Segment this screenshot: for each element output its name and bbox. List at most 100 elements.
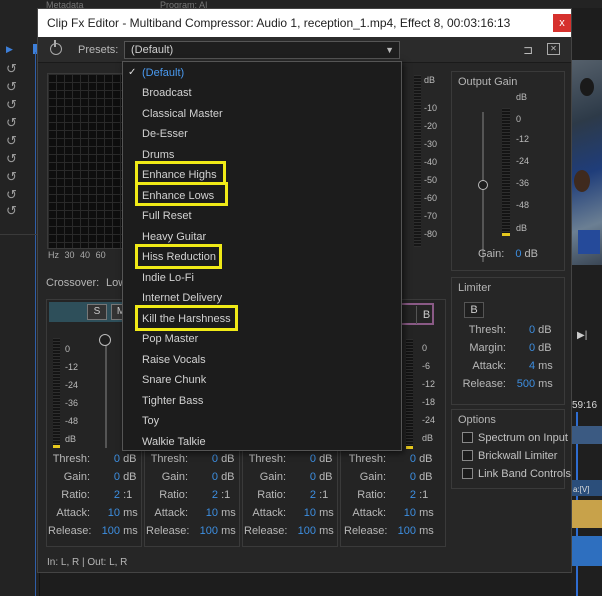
ratio-label: Ratio:: [61, 489, 90, 501]
solo-button[interactable]: S: [87, 304, 107, 320]
host-undo-icon[interactable]: ↺: [6, 188, 17, 202]
band-meter-label: 0: [422, 343, 428, 353]
output-gain-panel: Output Gain dB 0 -12 -24 -36 -48 dB Gain…: [451, 71, 565, 271]
checkbox[interactable]: [462, 468, 473, 479]
output-gain-meter-label: -48: [516, 200, 530, 210]
band-1-threshold-slider[interactable]: [105, 340, 107, 448]
margin-value[interactable]: 0: [509, 342, 535, 354]
unit: ms: [221, 525, 236, 537]
host-divider: [0, 234, 40, 235]
bypass-button[interactable]: B: [416, 306, 436, 324]
unit: dB: [123, 471, 137, 483]
option-brickwall-limiter[interactable]: Brickwall Limiter: [462, 450, 557, 462]
dialog-title-bar[interactable]: Clip Fx Editor - Multiband Compressor: A…: [38, 9, 571, 37]
preset-item-default[interactable]: ✓ (Default): [123, 63, 401, 83]
limiter-bypass-button[interactable]: B: [464, 302, 484, 318]
host-undo-icon[interactable]: ↺: [6, 204, 17, 218]
host-audio-clip[interactable]: [571, 536, 602, 566]
meter-db-label: -10: [424, 103, 438, 113]
hz-axis-tick: 60: [95, 250, 106, 260]
preset-item-indie-lo-fi[interactable]: Indie Lo-Fi: [123, 268, 401, 288]
preset-item-walkie-talkie[interactable]: Walkie Talkie: [123, 432, 401, 452]
host-undo-icon[interactable]: ↺: [6, 80, 17, 94]
unit: dB: [221, 453, 235, 465]
preset-item-toy[interactable]: Toy: [123, 411, 401, 431]
host-video-clip[interactable]: [571, 500, 602, 528]
host-timecode: 59:16: [572, 400, 598, 411]
power-icon[interactable]: [50, 40, 62, 55]
band-2-release-value[interactable]: 100: [188, 525, 218, 537]
host-undo-icon[interactable]: ↺: [6, 116, 17, 130]
output-gain-meter-label: dB: [516, 223, 528, 233]
output-gain-slider-knob[interactable]: [478, 180, 488, 190]
preset-item-classical-master[interactable]: Classical Master: [123, 104, 401, 124]
preset-item-full-reset[interactable]: Full Reset: [123, 206, 401, 226]
preset-item-tighter-bass[interactable]: Tighter Bass: [123, 391, 401, 411]
preset-item-pop-master[interactable]: Pop Master: [123, 329, 401, 349]
host-top-strip: Metadata Program: AI: [0, 0, 602, 10]
band-3-ratio-value[interactable]: 2: [286, 489, 316, 501]
band-meter-label: -12: [65, 362, 79, 372]
meter-db-label: dB: [424, 75, 436, 85]
band-2-attack-value[interactable]: 10: [188, 507, 218, 519]
band-2-ratio-value[interactable]: 2: [188, 489, 218, 501]
spectrum-graph[interactable]: [47, 73, 127, 249]
host-undo-icon[interactable]: ↺: [6, 62, 17, 76]
preset-item-snare-chunk[interactable]: Snare Chunk: [123, 370, 401, 390]
host-left-toolbar: ▶ ↺ ↺ ↺ ↺ ↺ ↺ ↺ ↺ ↺: [0, 8, 40, 596]
host-step-icon[interactable]: ▶|: [577, 330, 587, 341]
preset-item-label: Full Reset: [142, 210, 192, 222]
close-button[interactable]: x: [553, 14, 571, 32]
band-1-thresh-value[interactable]: 0: [90, 453, 120, 465]
ratio-label: Ratio:: [159, 489, 188, 501]
band-2-gain-value[interactable]: 0: [188, 471, 218, 483]
attack-label: Attack:: [352, 507, 386, 519]
unit: ms: [123, 525, 138, 537]
band-2-thresh-value[interactable]: 0: [188, 453, 218, 465]
band-4-bypass-toggle[interactable]: B: [398, 303, 434, 325]
band-4-thresh-value[interactable]: 0: [386, 453, 416, 465]
limiter-release-row: Release: 500 ms: [458, 378, 553, 390]
option-link-band-controls[interactable]: Link Band Controls: [462, 468, 571, 480]
release-value[interactable]: 500: [509, 378, 535, 390]
band-4-ratio-value[interactable]: 2: [386, 489, 416, 501]
band-3-gain-value[interactable]: 0: [286, 471, 316, 483]
preset-item-broadcast[interactable]: Broadcast: [123, 83, 401, 103]
option-spectrum-on-input[interactable]: Spectrum on Input: [462, 432, 568, 444]
host-undo-icon[interactable]: ↺: [6, 152, 17, 166]
preset-item-raise-vocals[interactable]: Raise Vocals: [123, 350, 401, 370]
band-4-release-value[interactable]: 100: [386, 525, 416, 537]
host-undo-icon[interactable]: ↺: [6, 170, 17, 184]
band-4-gain-value[interactable]: 0: [386, 471, 416, 483]
band-1-threshold-knob[interactable]: [99, 334, 111, 346]
thresh-label: Thresh:: [150, 453, 188, 465]
preset-item-de-esser[interactable]: De-Esser: [123, 124, 401, 144]
gain-value[interactable]: 0: [515, 248, 521, 260]
attack-value[interactable]: 4: [509, 360, 535, 372]
band-1-attack-value[interactable]: 10: [90, 507, 120, 519]
output-gain-meter-label: dB: [516, 92, 528, 102]
preset-item-label: Indie Lo-Fi: [142, 272, 194, 284]
route-icon[interactable]: ⊐: [523, 43, 533, 57]
band-4-attack-value[interactable]: 10: [386, 507, 416, 519]
thresh-value[interactable]: 0: [509, 324, 535, 336]
band-3-thresh-value[interactable]: 0: [286, 453, 316, 465]
band-1-release-value[interactable]: 100: [90, 525, 120, 537]
main-level-meter: dB -10 -20 -30 -40 -50 -60 -70 -80: [414, 75, 454, 247]
host-play-indicator-icon[interactable]: ▶: [6, 42, 13, 56]
checkbox[interactable]: [462, 450, 473, 461]
band-3-attack-value[interactable]: 10: [286, 507, 316, 519]
output-gain-meter-label: -24: [516, 156, 530, 166]
host-undo-icon[interactable]: ↺: [6, 134, 17, 148]
dialog-title: Clip Fx Editor - Multiband Compressor: A…: [47, 16, 511, 30]
presets-select[interactable]: (Default) ▼: [124, 41, 400, 59]
close-panel-icon[interactable]: ✕: [547, 43, 560, 55]
checkbox[interactable]: [462, 432, 473, 443]
unit: ms: [319, 507, 334, 519]
band-1-gain-value[interactable]: 0: [90, 471, 120, 483]
hz-axis-tick: 30: [64, 250, 75, 260]
unit: ms: [123, 507, 138, 519]
band-3-release-value[interactable]: 100: [286, 525, 316, 537]
band-1-ratio-value[interactable]: 2: [90, 489, 120, 501]
host-undo-icon[interactable]: ↺: [6, 98, 17, 112]
